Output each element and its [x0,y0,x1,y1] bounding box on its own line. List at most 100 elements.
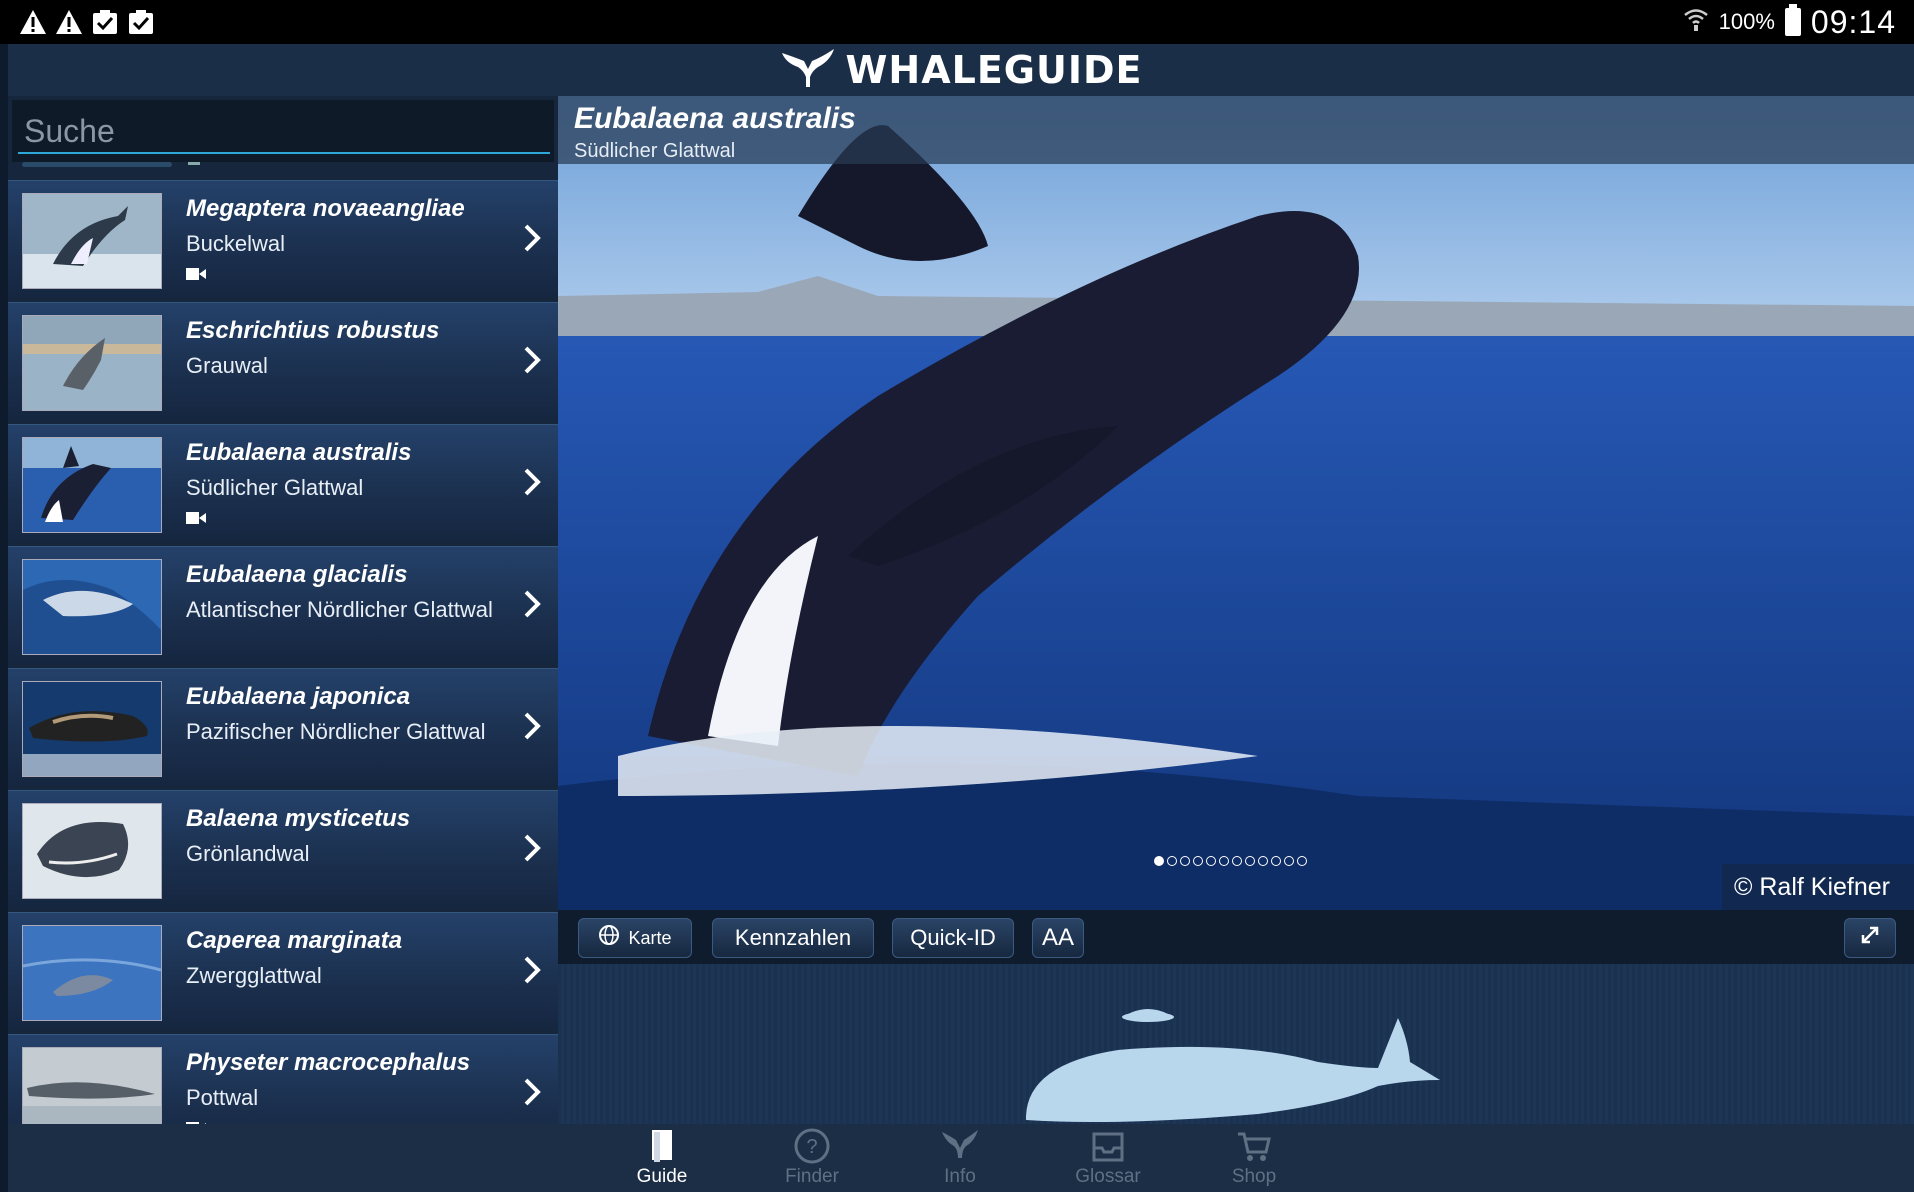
pager-dot[interactable] [1180,856,1190,866]
chevron-right-icon [520,831,544,865]
nav-finder[interactable]: ? Finder [762,1126,862,1188]
pager-dot[interactable] [1245,856,1255,866]
fullscreen-button[interactable] [1844,918,1896,958]
chevron-right-icon [520,953,544,987]
inbox-tray-icon [1088,1126,1128,1166]
species-common-name: Pottwal [186,1085,259,1110]
nav-label: Guide [636,1166,688,1187]
species-panel: Megaptera novaeangliae Buckelwal Eschric… [8,96,558,1124]
species-common-name: Zwergglattwal [186,963,322,988]
list-item[interactable]: Megaptera novaeangliae Buckelwal [8,180,558,297]
species-scientific-name: Balaena mysticetus [186,805,411,832]
pager-dot[interactable] [1193,856,1203,866]
species-common-name: Pazifischer Nördlicher Glattwal [186,719,486,744]
chevron-right-icon [520,343,544,377]
nav-shop[interactable]: Shop [1204,1126,1304,1188]
cart-icon [1234,1126,1274,1166]
pager-dot[interactable] [1232,856,1242,866]
nav-label: Info [944,1166,976,1187]
nav-guide[interactable]: Guide [612,1126,712,1188]
globe-question-icon: ? [792,1126,832,1166]
map-button[interactable]: Karte [578,918,692,958]
chevron-right-icon [520,1075,544,1109]
chevron-right-icon [520,221,544,255]
species-thumbnail [22,803,162,899]
chevron-right-icon [520,587,544,621]
species-photo[interactable]: Eubalaena australis Südlicher Glattwal ©… [558,96,1914,910]
globe-icon [598,924,620,952]
species-common-name: Südlicher Glattwal [574,140,736,162]
whale-tail-icon [780,47,836,94]
list-item[interactable]: Physeter macrocephalus Pottwal [8,1034,558,1124]
species-scientific-name: Physeter macrocephalus [186,1049,471,1076]
pager-dot[interactable] [1154,856,1164,866]
list-item[interactable]: Eschrichtius robustus Grauwal [8,302,558,419]
clipboard-check-icon [90,7,120,37]
quick-id-button[interactable]: Quick-ID [892,918,1014,958]
book-icon [642,1126,682,1166]
chevron-right-icon [520,709,544,743]
species-list[interactable]: Megaptera novaeangliae Buckelwal Eschric… [8,180,558,1124]
map-button-label: Karte [628,927,672,948]
species-thumbnail [22,681,162,777]
list-item[interactable]: Eubalaena glacialis Atlantischer Nördlic… [8,546,558,663]
battery-percent: 100% [1718,9,1775,34]
species-common-name: Grauwal [186,353,268,378]
species-scientific-name: Eubalaena australis [574,102,856,135]
species-scientific-name: Eubalaena glacialis [186,561,408,588]
image-pager[interactable] [1154,856,1307,866]
pager-dot[interactable] [1284,856,1294,866]
species-scientific-name: Eschrichtius robustus [186,317,440,344]
size-comparison-area [558,964,1914,1124]
wifi-icon [1683,6,1709,39]
video-icon [186,511,206,524]
status-bar: 100% 09:14 [0,0,1914,44]
list-item[interactable]: Caperea marginata Zwergglattwal [8,912,558,1029]
clock: 09:14 [1810,3,1896,40]
clipboard-check-icon [126,7,156,37]
search-input[interactable] [22,108,546,154]
species-common-name: Südlicher Glattwal [186,475,364,500]
search-underline [18,152,550,154]
key-figures-label: Kennzahlen [734,925,852,950]
nav-label: Glossar [1075,1166,1141,1187]
pager-dot[interactable] [1271,856,1281,866]
species-thumbnail [22,925,162,1021]
chevron-right-icon [520,465,544,499]
battery-icon [1784,4,1801,36]
list-item[interactable]: Eubalaena australis Südlicher Glattwal [8,424,558,541]
nav-glossar[interactable]: Glossar [1058,1126,1158,1188]
list-item[interactable]: Balaena mysticetus Grönlandwal [8,790,558,907]
species-thumbnail [22,437,162,533]
svg-text:?: ? [806,1136,817,1158]
pager-dot[interactable] [1167,856,1177,866]
detail-toolbar: Karte Kennzahlen Quick-ID AA [558,910,1914,964]
species-common-name: Buckelwal [186,231,286,256]
species-thumbnail [22,559,162,655]
species-thumbnail [22,315,162,411]
bottom-navigation: Guide ? Finder Info Glossar Shop [8,1124,1914,1192]
list-item[interactable]: Eubalaena japonica Pazifischer Nördliche… [8,668,558,785]
warning-icon [18,7,48,37]
expand-icon [1858,923,1882,953]
video-icon [186,267,206,280]
font-size-button[interactable]: AA [1032,918,1084,958]
app-title: WHALEGUIDE [845,48,1143,92]
species-scientific-name: Megaptera novaeangliae [186,195,465,222]
pager-dot[interactable] [1258,856,1268,866]
scroll-indicator-mark [188,162,200,165]
species-scientific-name: Caperea marginata [186,927,403,954]
notification-icons [0,7,156,37]
warning-icon [54,7,84,37]
key-figures-button[interactable]: Kennzahlen [712,918,874,958]
search-box[interactable] [12,100,554,162]
whale-silhouette-illustration [1026,1009,1440,1122]
nav-info[interactable]: Info [910,1126,1010,1188]
species-thumbnail [22,193,162,289]
pager-dot[interactable] [1219,856,1229,866]
pager-dot[interactable] [1297,856,1307,866]
pager-dot[interactable] [1206,856,1216,866]
species-title-band: Eubalaena australis Südlicher Glattwal [558,96,1914,164]
species-thumbnail [22,1047,162,1124]
nav-label: Shop [1231,1166,1277,1187]
